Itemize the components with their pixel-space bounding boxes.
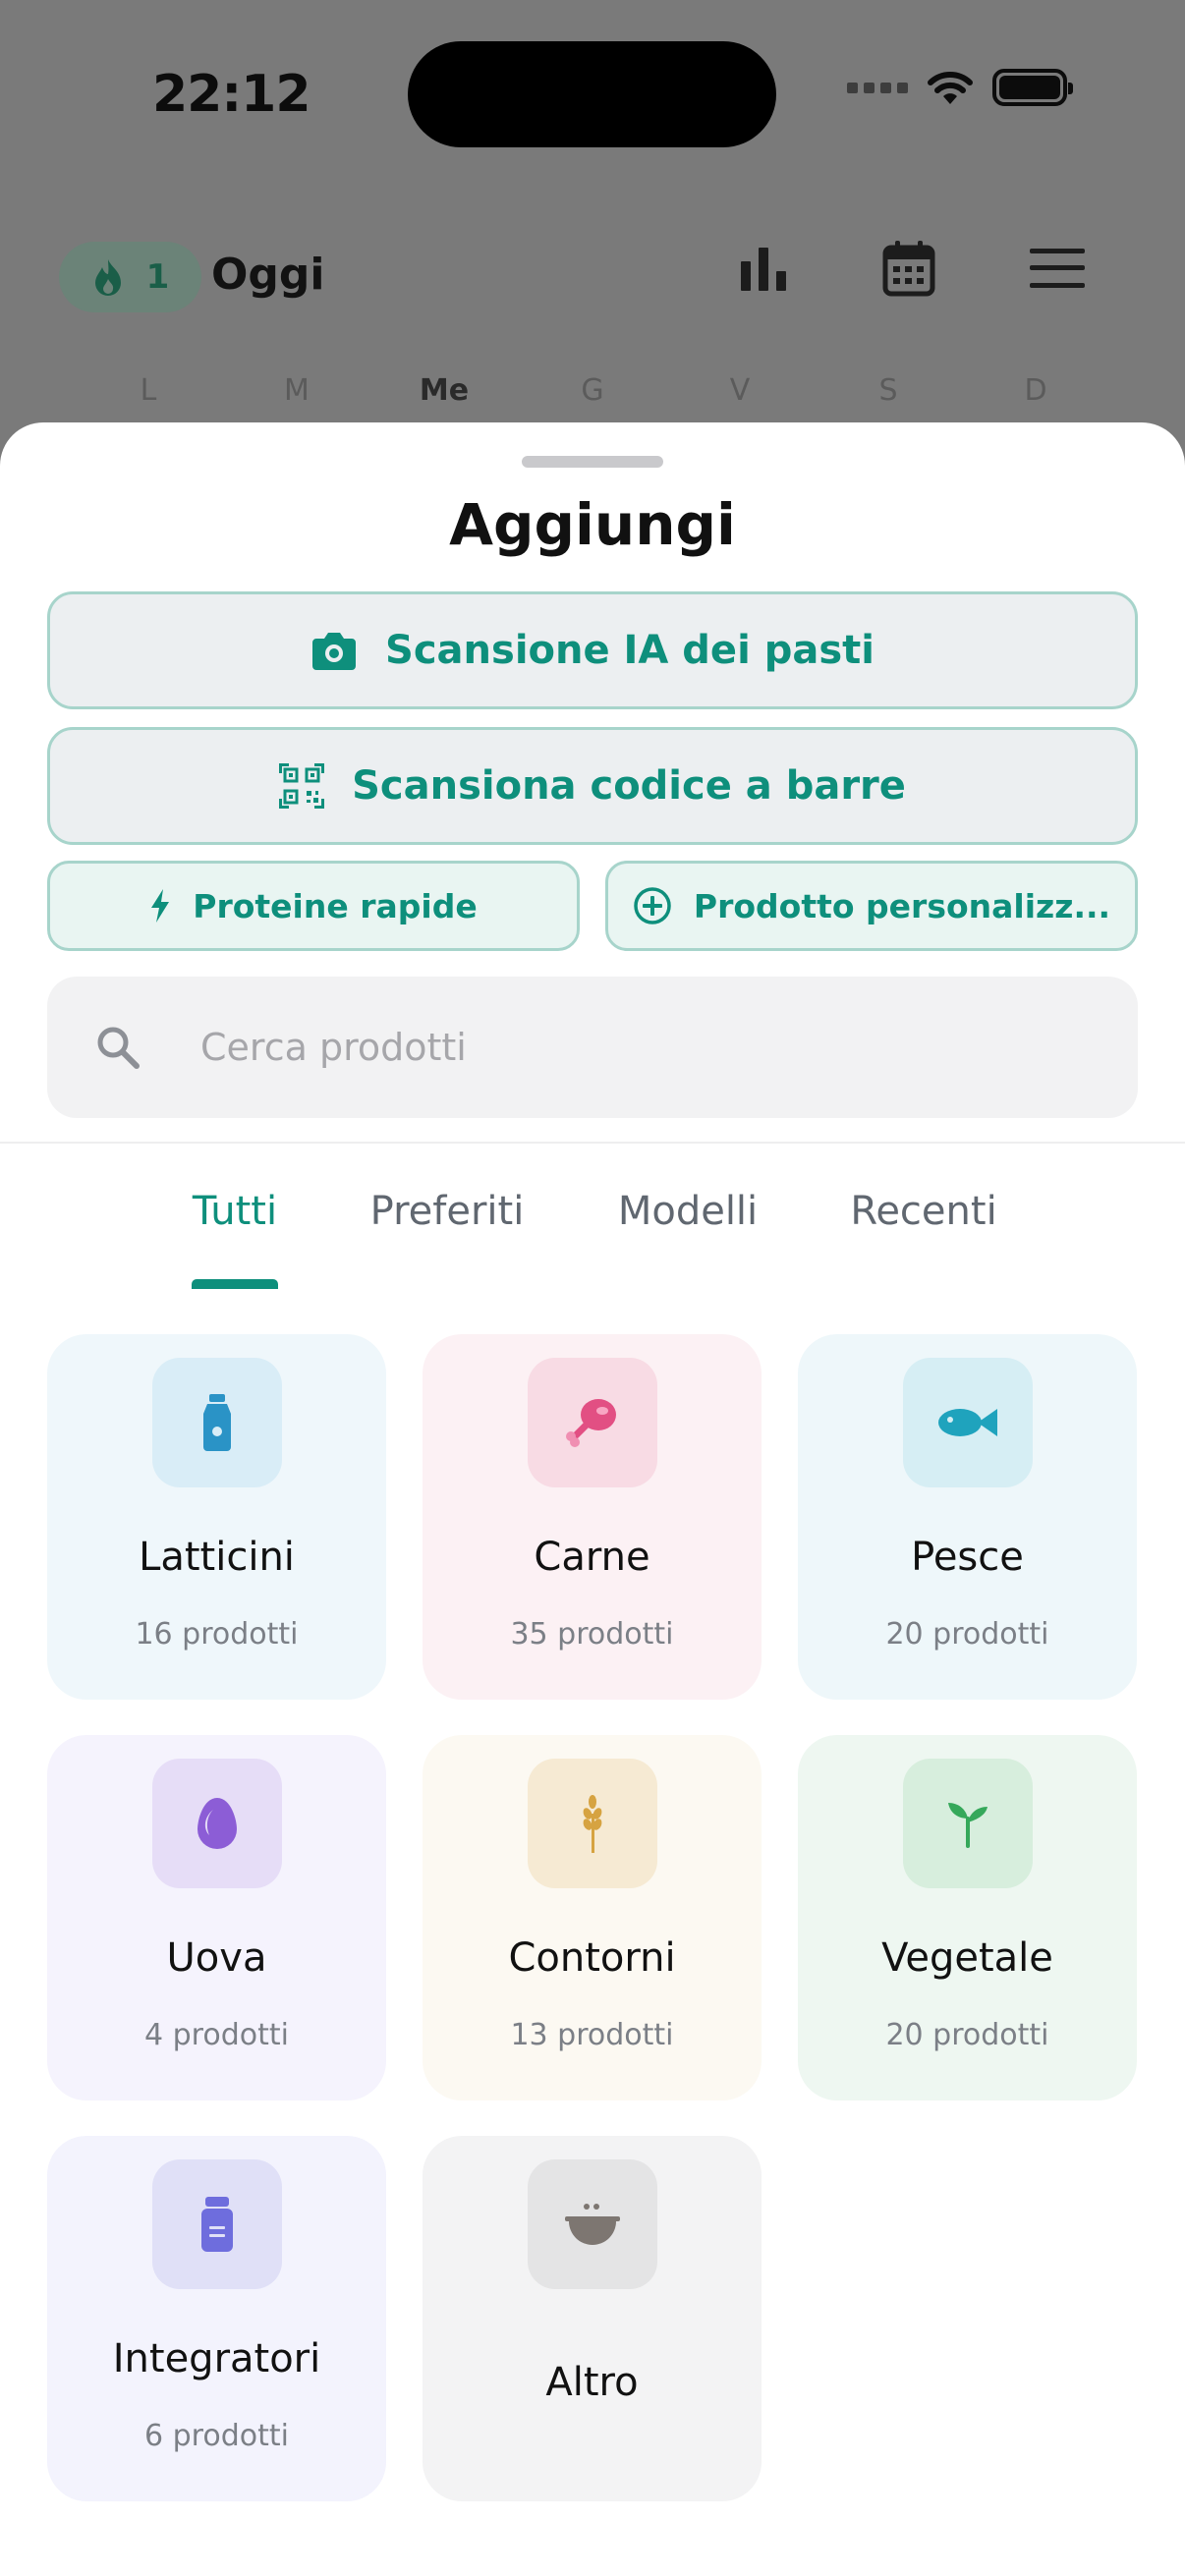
search-icon — [97, 1027, 140, 1069]
category-card-altro[interactable]: Altro — [423, 2136, 762, 2501]
category-name: Uova — [166, 1935, 267, 1981]
category-count: 20 prodotti — [885, 1617, 1049, 1652]
bar-chart-icon[interactable] — [739, 244, 788, 293]
wheat-icon — [583, 1795, 601, 1853]
flame-icon — [94, 259, 121, 296]
tab-recenti[interactable]: Recenti — [850, 1189, 996, 1234]
category-count: 13 prodotti — [510, 2018, 674, 2052]
category-card-latticini[interactable]: Latticini 16 prodotti — [47, 1334, 386, 1700]
category-icon-box — [527, 2159, 657, 2289]
barcode-scan-label: Scansiona codice a barre — [352, 763, 906, 809]
category-name: Integratori — [112, 2336, 321, 2381]
weekday-label[interactable]: L — [141, 373, 157, 408]
category-name: Vegetale — [881, 1935, 1053, 1981]
quick-protein-button[interactable]: Proteine rapide — [47, 861, 580, 951]
calendar-icon[interactable] — [882, 240, 935, 297]
meat-drumstick-icon — [565, 1399, 616, 1447]
category-icon-box — [902, 1358, 1033, 1487]
fish-icon — [937, 1409, 997, 1436]
category-icon-box — [151, 1759, 282, 1888]
category-card-uova[interactable]: Uova 4 prodotti — [47, 1735, 386, 2100]
category-card-contorni[interactable]: Contorni 13 prodotti — [423, 1735, 762, 2100]
status-time: 22:12 — [152, 65, 311, 124]
weekday-label[interactable]: V — [730, 373, 751, 408]
battery-icon — [992, 69, 1073, 106]
category-icon-box — [527, 1759, 657, 1888]
streak-count: 1 — [145, 257, 170, 297]
wifi-icon — [928, 72, 973, 104]
weekday-label[interactable]: S — [878, 373, 897, 408]
qr-code-icon — [279, 763, 325, 809]
add-sheet: Aggiungi Scansione IA dei pasti Scansion… — [0, 422, 1185, 2576]
custom-product-label: Prodotto personalizz... — [693, 886, 1111, 925]
category-count: 20 prodotti — [885, 2018, 1049, 2052]
quick-protein-label: Proteine rapide — [193, 886, 478, 925]
supplement-jar-icon — [200, 2197, 233, 2252]
category-card-pesce[interactable]: Pesce 20 prodotti — [798, 1334, 1137, 1700]
tab-preferiti[interactable]: Preferiti — [370, 1189, 525, 1234]
category-count: 35 prodotti — [510, 1617, 674, 1652]
custom-product-button[interactable]: Prodotto personalizz... — [605, 861, 1138, 951]
barcode-scan-button[interactable]: Scansiona codice a barre — [47, 727, 1138, 845]
category-card-carne[interactable]: Carne 35 prodotti — [423, 1334, 762, 1700]
category-count: 6 prodotti — [144, 2419, 289, 2453]
weekday-label[interactable]: Me — [420, 373, 469, 408]
tab-tutti[interactable]: Tutti — [193, 1189, 277, 1234]
sheet-title: Aggiungi — [449, 491, 736, 558]
category-card-integratori[interactable]: Integratori 6 prodotti — [47, 2136, 386, 2501]
bowl-icon — [564, 2204, 620, 2245]
weekday-label[interactable]: G — [581, 373, 603, 408]
sheet-divider — [0, 1142, 1185, 1144]
page-title: Oggi — [211, 250, 325, 300]
cellular-signal-icon — [847, 82, 908, 93]
tab-modelli[interactable]: Modelli — [618, 1189, 758, 1234]
egg-icon — [197, 1798, 237, 1849]
category-icon-box — [151, 2159, 282, 2289]
milk-bottle-icon — [202, 1394, 231, 1451]
status-icons — [847, 69, 1073, 106]
category-count: 16 prodotti — [135, 1617, 299, 1652]
product-search-bar — [47, 977, 1138, 1118]
category-name: Latticini — [139, 1535, 295, 1580]
hamburger-menu-icon[interactable] — [1030, 249, 1085, 288]
category-name: Altro — [545, 2360, 639, 2405]
category-icon-box — [527, 1358, 657, 1487]
header-actions — [739, 240, 1085, 297]
weekday-label[interactable]: D — [1024, 373, 1046, 408]
add-circle-icon — [634, 887, 671, 924]
category-count: 4 prodotti — [144, 2018, 289, 2052]
category-card-vegetale[interactable]: Vegetale 20 prodotti — [798, 1735, 1137, 2100]
ai-meal-scan-label: Scansione IA dei pasti — [385, 628, 875, 673]
dynamic-island — [408, 41, 776, 147]
streak-badge[interactable]: 1 — [59, 242, 201, 312]
lightning-icon — [151, 889, 170, 923]
category-name: Carne — [534, 1535, 650, 1580]
sheet-grabber[interactable] — [522, 456, 663, 468]
category-icon-box — [151, 1358, 282, 1487]
category-name: Pesce — [911, 1535, 1024, 1580]
active-tab-indicator — [192, 1279, 278, 1289]
category-icon-box — [902, 1759, 1033, 1888]
search-input[interactable] — [200, 1026, 1085, 1069]
sprout-icon — [947, 1803, 988, 1848]
category-tabs: Tutti Preferiti Modelli Recenti — [0, 1189, 1185, 1267]
category-name: Contorni — [508, 1935, 676, 1981]
camera-icon — [312, 633, 357, 670]
weekday-label[interactable]: M — [284, 373, 310, 408]
ai-meal-scan-button[interactable]: Scansione IA dei pasti — [47, 591, 1138, 709]
